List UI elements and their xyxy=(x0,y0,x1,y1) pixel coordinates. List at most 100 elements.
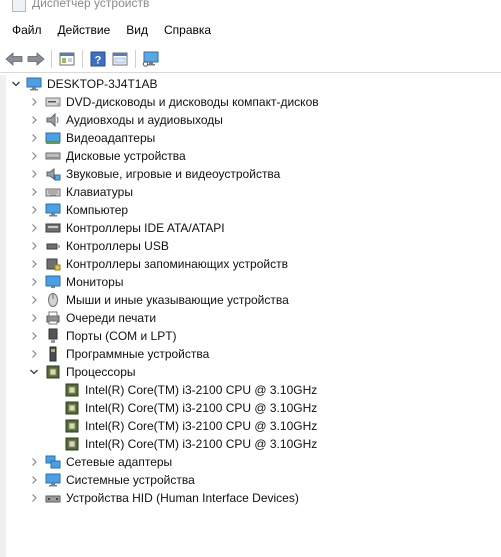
tree-item-label: Клавиатуры xyxy=(66,185,133,199)
processor-icon xyxy=(65,437,79,451)
tree-device-processor[interactable]: Intel(R) Core(TM) i3-2100 CPU @ 3.10GHz xyxy=(6,417,501,435)
tree-device-processor[interactable]: Intel(R) Core(TM) i3-2100 CPU @ 3.10GHz xyxy=(6,435,501,453)
tree-category[interactable]: DVD-дисководы и дисководы компакт-дисков xyxy=(6,93,501,111)
properties-button[interactable] xyxy=(57,49,77,69)
tree-device-processor[interactable]: Intel(R) Core(TM) i3-2100 CPU @ 3.10GHz xyxy=(6,381,501,399)
tree-category[interactable]: Системные устройства xyxy=(6,471,501,489)
tree-item-label: Очереди печати xyxy=(66,311,157,325)
toolbar-separator xyxy=(82,49,83,68)
chevron-right-icon[interactable] xyxy=(29,183,39,201)
tree-category[interactable]: Аудиовходы и аудиовыходы xyxy=(6,111,501,129)
chevron-right-icon[interactable] xyxy=(29,147,39,165)
disk-drive-icon xyxy=(45,152,61,160)
tree-item-label: Видеоадаптеры xyxy=(66,131,156,145)
tree-item-label: DESKTOP-3J4T1AB xyxy=(47,77,158,91)
tree-root-computer[interactable]: DESKTOP-3J4T1AB xyxy=(6,75,501,93)
chevron-down-icon[interactable] xyxy=(29,363,39,381)
display-adapter-icon xyxy=(45,132,61,144)
tree-category[interactable]: Контроллеры запоминающих устройств xyxy=(6,255,501,273)
tree-category[interactable]: Компьютер xyxy=(6,201,501,219)
tree-item-label: DVD-дисководы и дисководы компакт-дисков xyxy=(66,95,319,109)
chevron-right-icon[interactable] xyxy=(29,129,39,147)
forward-button[interactable] xyxy=(26,49,46,69)
arrow-right-icon xyxy=(27,51,45,66)
chevron-right-icon[interactable] xyxy=(29,327,39,345)
processor-icon xyxy=(46,365,60,379)
tree-category[interactable]: Контроллеры USB xyxy=(6,237,501,255)
computer-icon xyxy=(45,203,61,217)
menu-bar: Файл Действие Вид Справка xyxy=(0,16,501,45)
properties-window-icon xyxy=(59,52,75,65)
tree-item-label: Звуковые, игровые и видеоустройства xyxy=(66,167,281,181)
usb-icon xyxy=(46,243,60,250)
tree-category[interactable]: Клавиатуры xyxy=(6,183,501,201)
monitor-scan-icon xyxy=(142,51,159,67)
processor-icon xyxy=(65,401,79,415)
menu-view[interactable]: Вид xyxy=(118,16,156,45)
help-button[interactable]: ? xyxy=(88,49,108,69)
tree-category[interactable]: Звуковые, игровые и видеоустройства xyxy=(6,165,501,183)
chevron-right-icon[interactable] xyxy=(29,471,39,489)
tree-item-label: Устройства HID (Human Interface Devices) xyxy=(66,491,299,505)
chevron-right-icon[interactable] xyxy=(29,93,39,111)
chevron-right-icon[interactable] xyxy=(29,255,39,273)
menu-help[interactable]: Справка xyxy=(156,16,219,45)
scan-hardware-button[interactable] xyxy=(141,49,161,69)
chevron-right-icon[interactable] xyxy=(29,273,39,291)
tree-item-label: Intel(R) Core(TM) i3-2100 CPU @ 3.10GHz xyxy=(85,419,318,433)
menu-file[interactable]: Файл xyxy=(4,16,50,45)
tree-item-label: Intel(R) Core(TM) i3-2100 CPU @ 3.10GHz xyxy=(85,383,318,397)
view-window-button[interactable] xyxy=(110,49,130,69)
tree-category[interactable]: Контроллеры IDE ATA/ATAPI xyxy=(6,219,501,237)
tree-category[interactable]: Процессоры xyxy=(6,363,501,381)
tree-item-label: Intel(R) Core(TM) i3-2100 CPU @ 3.10GHz xyxy=(85,401,318,415)
chevron-right-icon[interactable] xyxy=(29,453,39,471)
tree-item-label: Порты (COM и LPT) xyxy=(66,329,177,343)
tree-item-label: Дисковые устройства xyxy=(66,149,186,163)
software-device-icon xyxy=(49,346,57,362)
computer-icon xyxy=(26,77,42,91)
device-tree: DESKTOP-3J4T1AB DVD-дисководы и дисководы… xyxy=(0,75,501,557)
processor-icon xyxy=(65,419,79,433)
tree-category[interactable]: Порты (COM и LPT) xyxy=(6,327,501,345)
tree-category[interactable]: Программные устройства xyxy=(6,345,501,363)
dvd-drive-icon xyxy=(45,97,61,107)
ide-controller-icon xyxy=(45,223,61,233)
menu-action[interactable]: Действие xyxy=(50,16,119,45)
tree-category[interactable]: Видеоадаптеры xyxy=(6,129,501,147)
tree-category[interactable]: Мыши и иные указывающие устройства xyxy=(6,291,501,309)
tree-category[interactable]: Мониторы xyxy=(6,273,501,291)
port-icon xyxy=(48,328,58,343)
svg-text:?: ? xyxy=(95,54,102,66)
tree-item-label: Процессоры xyxy=(66,365,136,379)
hid-device-icon xyxy=(45,495,61,503)
chevron-right-icon[interactable] xyxy=(29,291,39,309)
chevron-down-icon[interactable] xyxy=(11,75,21,93)
chevron-right-icon[interactable] xyxy=(29,165,39,183)
chevron-right-icon[interactable] xyxy=(29,309,39,327)
mouse-icon xyxy=(48,293,58,307)
tree-category[interactable]: Устройства HID (Human Interface Devices) xyxy=(6,489,501,507)
chevron-right-icon[interactable] xyxy=(29,111,39,129)
chevron-right-icon[interactable] xyxy=(29,219,39,237)
processor-icon xyxy=(65,383,79,397)
chevron-right-icon[interactable] xyxy=(29,201,39,219)
monitor-icon xyxy=(45,275,61,288)
tree-category[interactable]: Дисковые устройства xyxy=(6,147,501,165)
network-adapter-icon xyxy=(45,455,61,469)
back-button[interactable] xyxy=(4,49,24,69)
toolbar-separator xyxy=(135,49,136,68)
chevron-right-icon[interactable] xyxy=(29,489,39,507)
tree-device-processor[interactable]: Intel(R) Core(TM) i3-2100 CPU @ 3.10GHz xyxy=(6,399,501,417)
tree-item-label: Сетевые адаптеры xyxy=(66,455,173,469)
tree-item-label: Мониторы xyxy=(66,275,124,289)
chevron-right-icon[interactable] xyxy=(29,237,39,255)
tree-category[interactable]: Сетевые адаптеры xyxy=(6,453,501,471)
window-panel-icon xyxy=(112,52,128,65)
storage-controller-icon xyxy=(46,258,61,271)
tree-category[interactable]: Очереди печати xyxy=(6,309,501,327)
chevron-right-icon[interactable] xyxy=(29,345,39,363)
printer-icon xyxy=(46,311,60,325)
tree-item-label: Компьютер xyxy=(66,203,129,217)
device-manager-icon xyxy=(12,0,26,12)
